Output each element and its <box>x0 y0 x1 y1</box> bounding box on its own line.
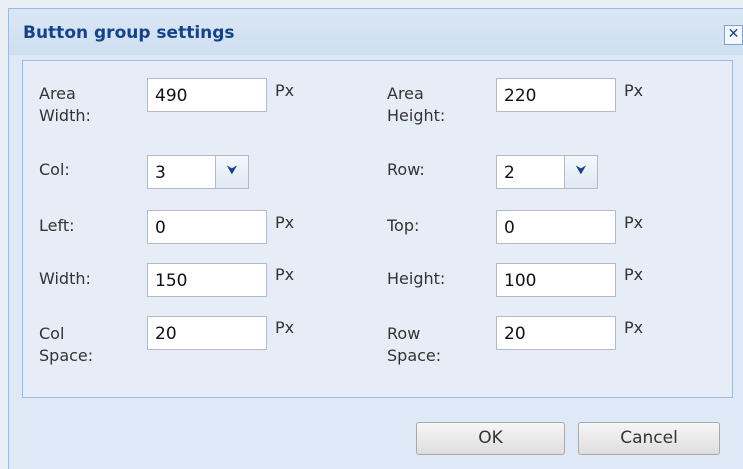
col-space-unit: Px <box>275 318 295 337</box>
col-value: 3 <box>155 163 166 183</box>
row-space-label: Row Space: <box>387 324 442 365</box>
cancel-button[interactable]: Cancel <box>578 422 720 455</box>
area-height-input[interactable]: 220 <box>496 78 616 112</box>
chevron-down-icon[interactable]: ⮟ <box>215 156 248 188</box>
height-unit: Px <box>624 265 644 284</box>
dialog-title: Button group settings <box>23 23 235 43</box>
area-height-unit: Px <box>624 81 644 100</box>
top-input[interactable]: 0 <box>496 210 616 244</box>
row-value: 2 <box>504 163 515 183</box>
close-button[interactable]: ✕ <box>724 25 743 45</box>
left-input[interactable]: 0 <box>147 210 267 244</box>
width-unit: Px <box>275 265 295 284</box>
area-height-label: Area Height: <box>387 84 446 125</box>
width-input[interactable]: 150 <box>147 263 267 297</box>
chevron-down-icon[interactable]: ⮟ <box>564 156 597 188</box>
area-width-input[interactable]: 490 <box>147 78 267 112</box>
left-label: Left: <box>39 216 75 235</box>
col-label: Col: <box>39 160 70 179</box>
col-space-input[interactable]: 20 <box>147 316 267 350</box>
row-select[interactable]: 2 ⮟ <box>496 155 598 189</box>
area-width-label: Area Width: <box>39 84 91 125</box>
height-label: Height: <box>387 269 446 288</box>
close-icon: ✕ <box>727 26 740 42</box>
row-label: Row: <box>387 160 425 179</box>
settings-panel: Area Width: 490 Px Area Height: 220 Px C… <box>22 60 733 398</box>
ok-button[interactable]: OK <box>416 422 565 455</box>
width-label: Width: <box>39 269 91 288</box>
row-space-unit: Px <box>624 318 644 337</box>
area-width-unit: Px <box>275 81 295 100</box>
col-space-label: Col Space: <box>39 324 94 365</box>
left-unit: Px <box>275 213 295 232</box>
top-label: Top: <box>387 216 420 235</box>
col-select[interactable]: 3 ⮟ <box>147 155 249 189</box>
top-unit: Px <box>624 213 644 232</box>
button-group-settings-dialog: Button group settings ✕ Area Width: 490 … <box>8 8 743 469</box>
row-space-input[interactable]: 20 <box>496 316 616 350</box>
dialog-titlebar[interactable]: Button group settings ✕ <box>9 9 743 55</box>
height-input[interactable]: 100 <box>496 263 616 297</box>
